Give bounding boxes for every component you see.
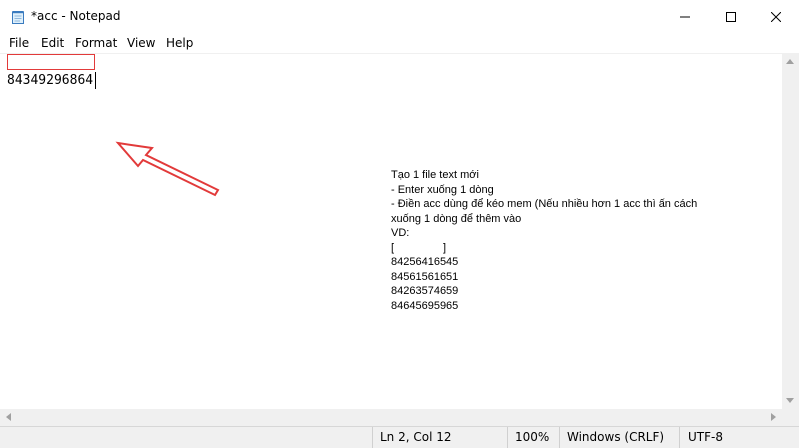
maximize-icon [726,11,736,22]
maximize-button[interactable] [708,0,754,33]
instruction-note: Tạo 1 file text mới - Enter xuống 1 dòng… [391,168,721,313]
window-title: *acc - Notepad [31,9,121,23]
minimize-icon [680,16,690,17]
empty-line-highlight [7,54,95,70]
note-line: 84263574659 [391,285,459,297]
note-line: - Điền acc dùng để kéo mem (Nếu nhiều hơ… [391,198,698,210]
encoding: UTF-8 [679,427,799,448]
note-line: Tạo 1 file text mới [391,169,479,181]
scroll-down-icon[interactable] [786,398,794,403]
scroll-up-icon[interactable] [786,59,794,64]
note-line: VD: [391,227,410,239]
cursor-position: Ln 2, Col 12 [372,427,507,448]
note-line: 84645695965 [391,299,459,312]
notepad-icon [12,11,24,24]
title-bar: *acc - Notepad [0,0,799,33]
close-icon [771,11,781,22]
note-line: 84256416545 [391,256,459,268]
close-button[interactable] [753,0,799,33]
menu-format[interactable]: Format [75,36,117,50]
horizontal-scrollbar[interactable] [0,409,782,426]
note-line: [ ] [391,241,447,254]
menu-view[interactable]: View [127,36,155,50]
zoom-level: 100% [507,427,559,448]
menu-edit[interactable]: Edit [41,36,64,50]
text-caret [95,72,96,89]
note-line: - Enter xuống 1 dòng [391,183,494,196]
scroll-left-icon[interactable] [6,413,11,421]
scroll-right-icon[interactable] [771,413,776,421]
menu-help[interactable]: Help [166,36,193,50]
minimize-button[interactable] [662,0,708,33]
line-ending: Windows (CRLF) [559,427,679,448]
text-editor[interactable]: 84349296864 Tạo 1 file text mới - Enter … [0,53,782,409]
note-line: xuống 1 dòng để thêm vào [391,212,522,225]
scrollbar-corner [782,409,799,426]
vertical-scrollbar[interactable] [782,53,799,409]
annotation-arrow-icon [115,141,220,197]
note-line: 84561561651 [391,270,459,283]
menu-file[interactable]: File [9,36,29,50]
account-line: 84349296864 [7,73,94,88]
menu-bar: File Edit Format View Help [0,33,799,53]
status-bar: Ln 2, Col 12 100% Windows (CRLF) UTF-8 [0,426,799,448]
